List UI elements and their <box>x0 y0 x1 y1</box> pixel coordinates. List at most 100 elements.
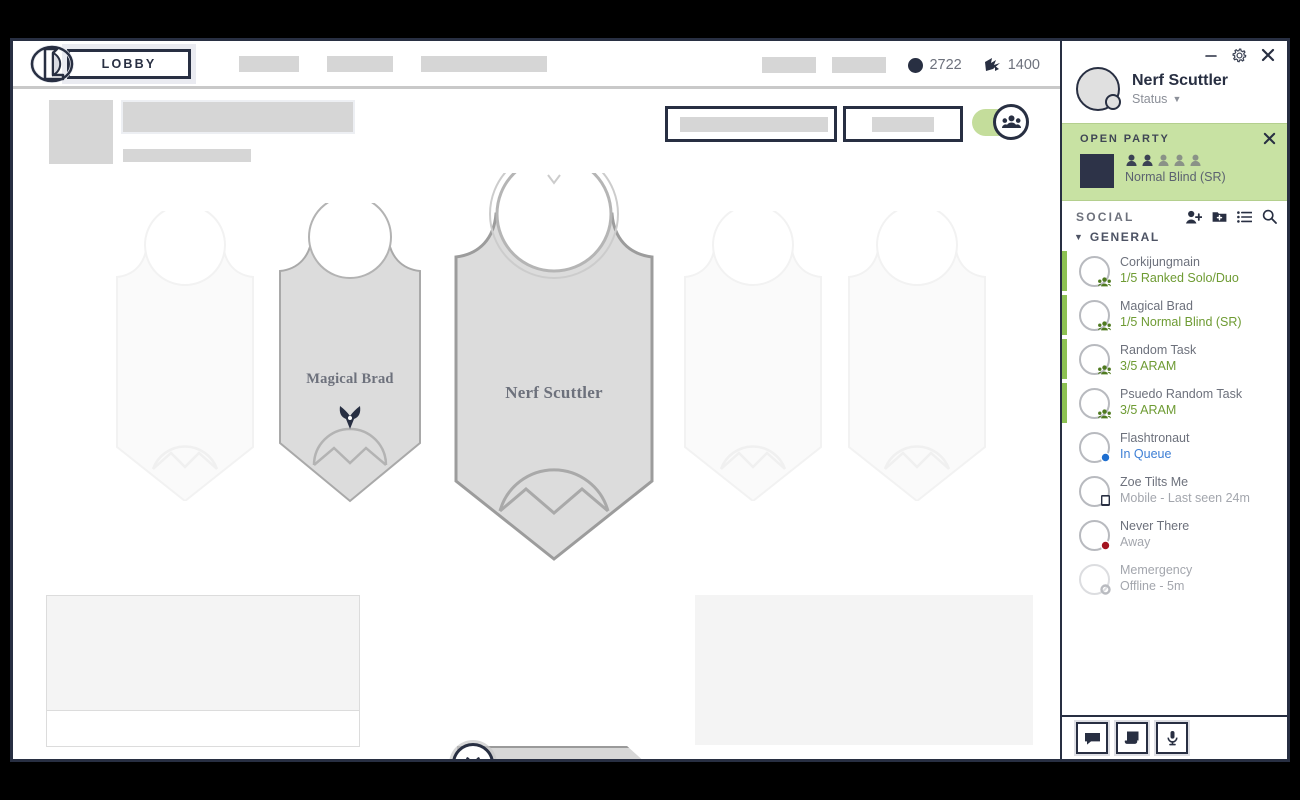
open-party-row[interactable]: Normal Blind (SR) <box>1080 154 1275 188</box>
nav-tab-placeholder-1[interactable] <box>239 56 299 72</box>
list-item[interactable]: Zoe Tilts Me Mobile - Last seen 24m <box>1062 469 1287 513</box>
close-button[interactable] <box>1261 48 1275 62</box>
profile-name: Nerf Scuttler <box>1132 72 1228 90</box>
open-party-toggle[interactable] <box>972 109 1024 136</box>
party-member-pips <box>1125 154 1226 167</box>
party-icon <box>1098 321 1111 331</box>
find-match-control[interactable]: FIND MATCH <box>457 746 647 759</box>
nav-button-placeholder-1[interactable] <box>762 57 816 73</box>
lobby-action-button-2[interactable] <box>843 106 963 142</box>
blue-dot-icon <box>1100 452 1111 463</box>
friend-meta: Psuedo Random Task 3/5 ARAM <box>1120 387 1242 418</box>
avatar[interactable] <box>1079 476 1110 507</box>
lobby-action-button-1[interactable] <box>665 106 837 142</box>
friend-name: Memergency <box>1120 563 1192 579</box>
party-owner-crest-icon <box>337 405 363 431</box>
avatar[interactable] <box>1079 256 1110 287</box>
create-group-icon[interactable] <box>1212 210 1227 223</box>
party-slot-nerf-scuttler[interactable]: Nerf Scuttler <box>448 173 660 568</box>
lobby-tab-label: LOBBY <box>102 57 157 71</box>
avatar[interactable] <box>1079 300 1110 331</box>
chat-button[interactable] <box>1076 722 1108 754</box>
microphone-button[interactable] <box>1156 722 1188 754</box>
list-item[interactable]: Memergency Offline - 5m <box>1062 557 1287 601</box>
party-pip-filled-icon <box>1141 154 1154 167</box>
window-controls <box>1062 41 1287 63</box>
list-item[interactable]: Never There Away <box>1062 513 1287 557</box>
nav-tab-lobby[interactable]: LOBBY <box>37 45 191 83</box>
close-party-button[interactable] <box>1263 132 1276 145</box>
open-party-details: Normal Blind (SR) <box>1125 154 1226 184</box>
search-icon[interactable] <box>1262 209 1277 224</box>
gear-icon <box>1232 48 1247 63</box>
friend-status: Offline - 5m <box>1120 579 1192 595</box>
add-friend-icon[interactable] <box>1186 210 1202 224</box>
lobby-crest-icon <box>29 45 75 83</box>
list-view-icon[interactable] <box>1237 211 1252 223</box>
avatar[interactable] <box>1076 67 1120 111</box>
currency-riot-points[interactable]: 1400 <box>984 57 1040 73</box>
friend-meta: Magical Brad 1/5 Normal Blind (SR) <box>1120 299 1242 330</box>
friend-status: Away <box>1120 535 1189 551</box>
queue-thumbnail <box>49 100 113 164</box>
chat-input-strip[interactable] <box>47 710 359 746</box>
nav-button-placeholder-2[interactable] <box>832 57 886 73</box>
party-pip-empty-icon <box>1189 154 1202 167</box>
party-pip-empty-icon <box>1157 154 1170 167</box>
online-rail <box>1062 515 1067 555</box>
nav-tab-placeholder-3[interactable] <box>421 56 547 72</box>
friend-status: Mobile - Last seen 24m <box>1120 491 1250 507</box>
profile-status[interactable]: Status ▼ <box>1132 92 1228 106</box>
avatar[interactable] <box>1079 432 1110 463</box>
friend-status: 1/5 Ranked Solo/Duo <box>1120 271 1239 287</box>
nav-tab-placeholder-2[interactable] <box>327 56 393 72</box>
user-profile[interactable]: Nerf Scuttler Status ▼ <box>1062 63 1287 123</box>
list-item[interactable]: Flashtronaut In Queue <box>1062 425 1287 469</box>
friend-list[interactable]: Corkijungmain 1/5 Ranked Solo/Duo Magica… <box>1062 249 1287 715</box>
party-slot-empty-1[interactable] <box>111 211 259 506</box>
riot-points-icon <box>984 57 1002 73</box>
list-item[interactable]: Psuedo Random Task 3/5 ARAM <box>1062 381 1287 425</box>
avatar[interactable] <box>1079 344 1110 375</box>
open-party-toggle-knob[interactable] <box>993 104 1029 140</box>
party-icon <box>1098 365 1111 375</box>
friend-name: Magical Brad <box>1120 299 1242 315</box>
cancel-x-icon <box>465 756 481 759</box>
minimize-button[interactable] <box>1204 48 1218 62</box>
list-item[interactable]: Magical Brad 1/5 Normal Blind (SR) <box>1062 293 1287 337</box>
online-rail <box>1062 251 1067 291</box>
party-icon <box>1098 409 1111 419</box>
window-button[interactable] <box>1116 722 1148 754</box>
social-header: SOCIAL <box>1062 201 1287 230</box>
party-slot-row: Magical Brad Nerf Scuttler <box>13 179 1060 579</box>
currency-blue-essence[interactable]: 2722 <box>908 57 961 73</box>
social-title: SOCIAL <box>1076 210 1176 224</box>
party-slot-magical-brad[interactable]: Magical Brad <box>274 203 426 508</box>
friend-meta: Random Task 3/5 ARAM <box>1120 343 1196 374</box>
cancel-queue-button[interactable] <box>452 743 494 759</box>
nav-right-cluster: 2722 1400 <box>762 41 1040 89</box>
profile-status-label: Status <box>1132 92 1167 106</box>
lobby-action-button-2-label-placeholder <box>872 117 934 132</box>
red-dot-icon <box>1100 540 1111 551</box>
chat-panel[interactable] <box>46 595 360 747</box>
friend-group-general[interactable]: ▼ GENERAL <box>1062 230 1287 249</box>
avatar[interactable] <box>1079 388 1110 419</box>
avatar[interactable] <box>1079 520 1110 551</box>
chat-icon <box>1084 731 1101 746</box>
list-item[interactable]: Corkijungmain 1/5 Ranked Solo/Duo <box>1062 249 1287 293</box>
online-rail <box>1062 559 1067 599</box>
party-slot-empty-3[interactable] <box>843 211 991 506</box>
lobby-tab-box[interactable]: LOBBY <box>67 49 191 79</box>
game-client-window: LOBBY 2722 1400 <box>10 38 1290 762</box>
online-rail <box>1062 383 1067 423</box>
list-item[interactable]: Random Task 3/5 ARAM <box>1062 337 1287 381</box>
lobby-side-panel[interactable] <box>695 595 1033 745</box>
chevron-down-icon: ▼ <box>1074 233 1083 242</box>
minimize-icon <box>1204 48 1218 62</box>
avatar[interactable] <box>1079 564 1110 595</box>
microphone-icon <box>1166 730 1179 746</box>
settings-button[interactable] <box>1232 48 1247 63</box>
party-slot-empty-2[interactable] <box>679 211 827 506</box>
friend-name: Psuedo Random Task <box>1120 387 1242 403</box>
